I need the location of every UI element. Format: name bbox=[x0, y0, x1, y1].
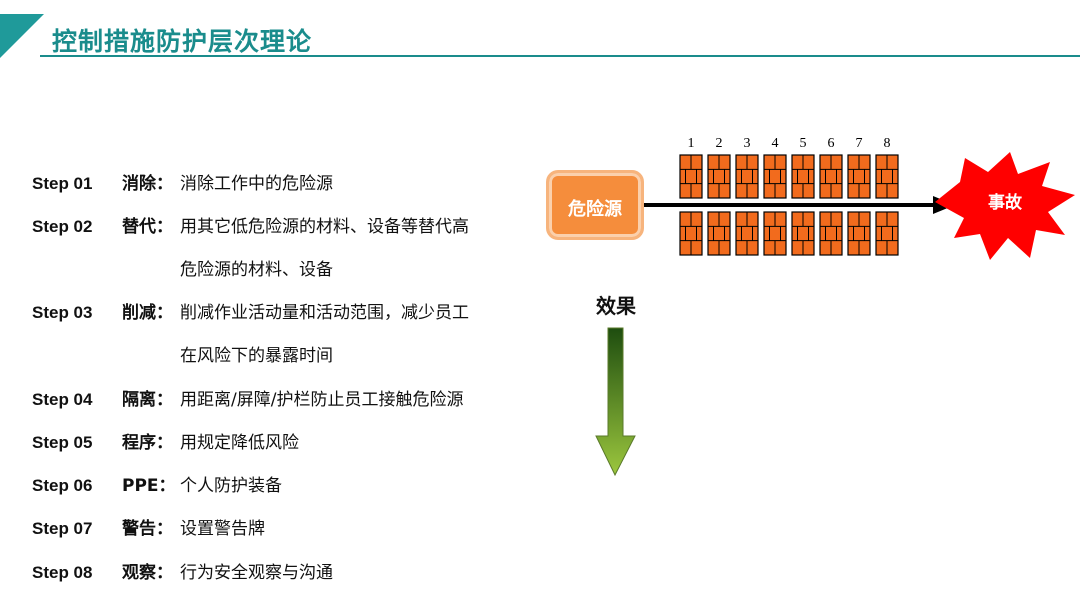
step-number: Step 03 bbox=[32, 303, 93, 322]
step-continuation: 在风险下的暴露时间 bbox=[180, 346, 333, 366]
step-description: 削减作业活动量和活动范围，减少员工 bbox=[180, 303, 469, 323]
brick-wall bbox=[735, 154, 759, 199]
brick-wall bbox=[847, 211, 871, 256]
step-key: 消除： bbox=[122, 174, 173, 194]
layer-number: 8 bbox=[883, 136, 891, 151]
step-description: 行为安全观察与沟通 bbox=[180, 563, 333, 583]
step-number: Step 06 bbox=[32, 476, 93, 495]
brick-wall bbox=[791, 211, 815, 256]
step-description: 用规定降低风险 bbox=[180, 433, 299, 453]
step-description: 消除工作中的危险源 bbox=[180, 174, 333, 194]
brick-wall bbox=[875, 154, 899, 199]
accident-label: 事故 bbox=[988, 193, 1022, 213]
step-key: 削减： bbox=[122, 303, 173, 323]
hazard-barrier-diagram: 危险源 事故 效果 1 2 3 4 5 6 7 8 bbox=[540, 130, 1080, 490]
effect-label: 效果 bbox=[596, 294, 636, 318]
step-number: Step 01 bbox=[32, 174, 93, 193]
step-description: 设置警告牌 bbox=[180, 519, 265, 539]
brick-wall bbox=[875, 211, 899, 256]
step-key: 程序： bbox=[122, 433, 173, 453]
layer-number: 7 bbox=[855, 136, 863, 151]
title-accent bbox=[0, 14, 44, 58]
step-key: 替代： bbox=[122, 217, 173, 237]
layer-number: 1 bbox=[687, 136, 695, 151]
step-description: 个人防护装备 bbox=[180, 476, 282, 496]
step-description: 用距离/屏障/护栏防止员工接触危险源 bbox=[180, 390, 464, 410]
brick-wall bbox=[679, 154, 703, 199]
step-key: 警告： bbox=[122, 519, 173, 539]
brick-wall bbox=[819, 211, 843, 256]
layer-number: 5 bbox=[799, 136, 807, 151]
title-bar: 控制措施防护层次理论 bbox=[0, 0, 1080, 60]
hazard-label: 危险源 bbox=[568, 199, 622, 220]
step-key: PPE： bbox=[122, 476, 176, 496]
brick-wall bbox=[735, 211, 759, 256]
hazard-source-box: 危险源 bbox=[546, 170, 644, 240]
brick-wall bbox=[763, 154, 787, 199]
brick-wall bbox=[707, 211, 731, 256]
layer-number: 3 bbox=[743, 136, 751, 151]
step-number: Step 04 bbox=[32, 390, 93, 409]
step-number: Step 08 bbox=[32, 563, 93, 582]
step-key: 隔离： bbox=[122, 390, 173, 410]
step-number: Step 05 bbox=[32, 433, 93, 452]
layer-number: 2 bbox=[715, 136, 723, 151]
brick-wall bbox=[707, 154, 731, 199]
step-continuation: 危险源的材料、设备 bbox=[180, 260, 333, 280]
effect-arrow bbox=[595, 327, 636, 477]
brick-wall bbox=[791, 154, 815, 199]
brick-wall bbox=[763, 211, 787, 256]
step-description: 用其它低危险源的材料、设备等替代高 bbox=[180, 217, 469, 237]
step-key: 观察： bbox=[122, 563, 173, 583]
layer-number: 4 bbox=[771, 136, 779, 151]
brick-wall bbox=[819, 154, 843, 199]
title-underline bbox=[40, 55, 1080, 57]
brick-wall bbox=[847, 154, 871, 199]
brick-wall bbox=[679, 211, 703, 256]
page-title: 控制措施防护层次理论 bbox=[52, 27, 313, 56]
layer-number: 6 bbox=[827, 136, 835, 151]
step-number: Step 07 bbox=[32, 519, 93, 538]
step-number: Step 02 bbox=[32, 217, 93, 236]
